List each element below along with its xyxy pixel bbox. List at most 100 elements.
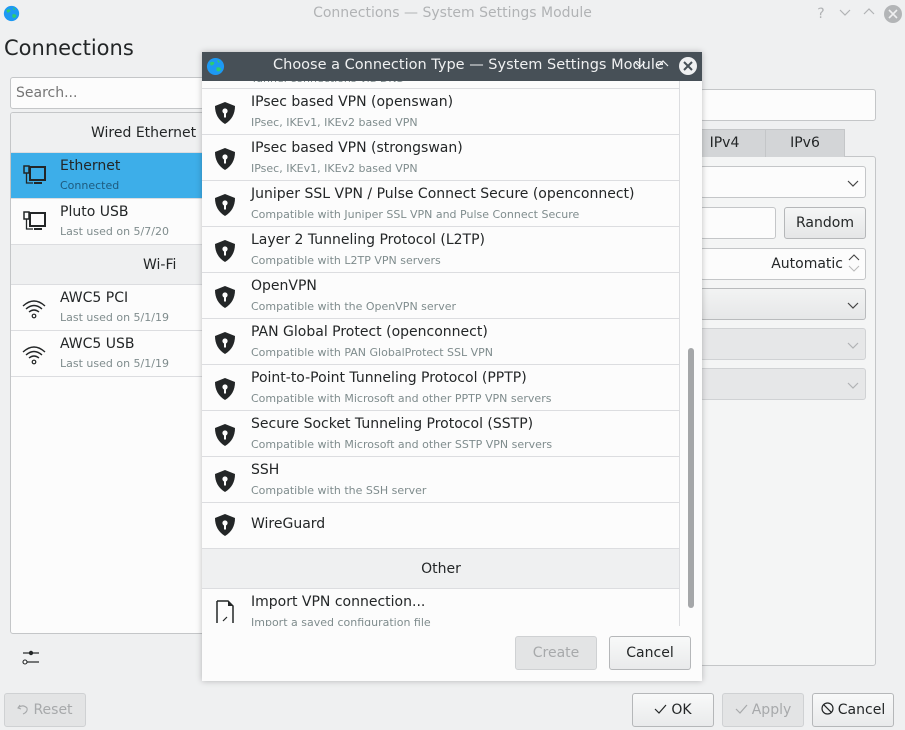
vpn-item-desc: IPsec, IKEv1, IKEv2 based VPN (251, 162, 418, 175)
cloned-mac-field[interactable] (700, 207, 776, 239)
section-header-wifi: Wi-Fi (11, 245, 209, 285)
vpn-item-partial[interactable]: Tunnel connections via DNS (202, 81, 679, 89)
wifi-icon (22, 300, 46, 319)
document-import-icon (216, 600, 234, 623)
vpn-shield-icon (215, 378, 235, 400)
vpn-item-desc: IPsec, IKEv1, IKEv2 based VPN (251, 116, 418, 129)
vpn-shield-icon (215, 424, 235, 446)
wired-network-icon (23, 211, 46, 230)
dialog-maximize-button[interactable] (654, 57, 672, 75)
vpn-item-name: IPsec based VPN (openswan) (251, 94, 454, 110)
chevron-up-icon (657, 60, 669, 67)
close-icon (683, 61, 693, 71)
help-button[interactable]: ? (812, 5, 830, 23)
window-titlebar: Connections — System Settings Module ? (0, 0, 905, 28)
search-input[interactable] (10, 77, 210, 109)
link-negotiation-combo[interactable] (700, 288, 866, 320)
speed-combo[interactable] (700, 328, 866, 360)
close-button[interactable] (884, 5, 902, 23)
vpn-item-name: Import VPN connection... (251, 594, 426, 610)
chevron-down-icon (847, 342, 859, 349)
connection-name: Ethernet (60, 158, 121, 174)
wifi-icon (22, 346, 46, 365)
dialog-titlebar: Choose a Connection Type — System Settin… (202, 52, 702, 81)
ok-button[interactable]: OK (632, 693, 714, 727)
connection-name: AWC5 USB (60, 336, 135, 352)
mtu-spinbox[interactable]: Automatic (700, 248, 866, 280)
chevron-down-icon (847, 180, 859, 187)
cancel-icon (821, 702, 834, 715)
vpn-item[interactable]: SSH Compatible with the SSH server (202, 457, 679, 503)
dialog-footer: Create Cancel (202, 626, 702, 681)
connection-status: Last used on 5/1/19 (60, 311, 169, 324)
vpn-item-desc: Compatible with L2TP VPN servers (251, 254, 441, 267)
list-scrollbar[interactable] (688, 348, 694, 608)
vpn-shield-icon (215, 286, 235, 308)
vpn-item[interactable]: PAN Global Protect (openconnect) Compatib… (202, 319, 679, 365)
connection-name: AWC5 PCI (60, 290, 129, 306)
connection-item-pluto-usb[interactable]: Pluto USB Last used on 5/7/20 (11, 199, 209, 245)
chevron-down-icon (839, 9, 851, 16)
cancel-button[interactable]: Cancel (812, 693, 894, 727)
reset-label: Reset (33, 702, 73, 718)
vpn-shield-icon (215, 332, 235, 354)
vpn-shield-icon (215, 240, 235, 262)
chevron-down-icon (847, 302, 859, 309)
vpn-shield-icon (215, 194, 235, 216)
connection-status: Connected (60, 179, 120, 192)
vpn-item[interactable]: OpenVPN Compatible with the OpenVPN serve… (202, 273, 679, 319)
vpn-shield-icon (215, 470, 235, 492)
ok-label: OK (671, 702, 692, 718)
vpn-shield-icon (215, 102, 235, 124)
vpn-item[interactable]: IPsec based VPN (strongswan) IPsec, IKEv1… (202, 135, 679, 181)
vpn-item[interactable]: Juniper SSL VPN / Pulse Connect Secure (… (202, 181, 679, 227)
chevron-down-icon (634, 61, 646, 68)
vpn-item-desc: Compatible with the OpenVPN server (251, 300, 456, 313)
connection-item-awc5-pci[interactable]: AWC5 PCI Last used on 5/1/19 (11, 285, 209, 331)
vpn-item[interactable]: WireGuard (202, 503, 679, 549)
apply-label: Apply (751, 702, 792, 718)
minimize-button[interactable] (836, 5, 854, 23)
dialog-minimize-button[interactable] (631, 57, 649, 75)
maximize-button[interactable] (860, 5, 878, 23)
wired-network-icon (23, 165, 46, 184)
spin-arrows-icon[interactable] (848, 251, 860, 279)
connection-name-field[interactable] (700, 89, 876, 121)
random-button[interactable]: Random (784, 207, 866, 239)
checkmark-icon (654, 704, 667, 714)
device-combo[interactable] (700, 166, 866, 198)
chevron-down-icon (847, 382, 859, 389)
connection-name: Pluto USB (60, 204, 129, 220)
vpn-item-desc: Compatible with the SSH server (251, 484, 427, 497)
duplex-combo[interactable] (700, 368, 866, 400)
dialog-cancel-button[interactable]: Cancel (609, 636, 691, 670)
import-vpn-item[interactable]: Import VPN connection... Import a saved … (202, 589, 679, 626)
vpn-item[interactable]: IPsec based VPN (openswan) IPsec, IKEv1, … (202, 89, 679, 135)
vpn-item[interactable]: Secure Socket Tunneling Protocol (SSTP) C… (202, 411, 679, 457)
reset-button[interactable]: Reset (4, 693, 86, 727)
globe-app-icon (206, 57, 225, 76)
checkmark-icon (735, 704, 748, 714)
configure-icon[interactable] (22, 648, 40, 666)
apply-button[interactable]: Apply (722, 693, 804, 727)
vpn-item-name: OpenVPN (251, 278, 317, 294)
vpn-item[interactable]: Point-to-Point Tunneling Protocol (PPTP)… (202, 365, 679, 411)
vpn-item-desc: Tunnel connections via DNS (251, 81, 404, 85)
dialog-title: Choose a Connection Type — System Settin… (273, 57, 664, 73)
connection-item-ethernet[interactable]: Ethernet Connected (11, 153, 209, 199)
vpn-item-name: IPsec based VPN (strongswan) (251, 140, 463, 156)
vpn-item-name: SSH (251, 462, 280, 478)
close-icon (888, 9, 898, 19)
connection-list: Wired Ethernet Ethernet Connected Pluto … (10, 112, 210, 634)
connection-type-list: Tunnel connections via DNS IPsec based V… (202, 81, 680, 626)
vpn-item-name: Secure Socket Tunneling Protocol (SSTP) (251, 416, 534, 432)
connection-item-awc5-usb[interactable]: AWC5 USB Last used on 5/1/19 (11, 331, 209, 377)
vpn-item-desc: Compatible with Microsoft and other PPTP… (251, 392, 552, 405)
create-button[interactable]: Create (515, 636, 597, 670)
vpn-item[interactable]: Layer 2 Tunneling Protocol (L2TP) Compati… (202, 227, 679, 273)
tab-ipv6[interactable]: IPv6 (765, 129, 845, 157)
connection-status: Last used on 5/1/19 (60, 357, 169, 370)
dialog-close-button[interactable] (679, 57, 697, 75)
vpn-item-name: PAN Global Protect (openconnect) (251, 324, 488, 340)
vpn-shield-icon (215, 514, 235, 536)
